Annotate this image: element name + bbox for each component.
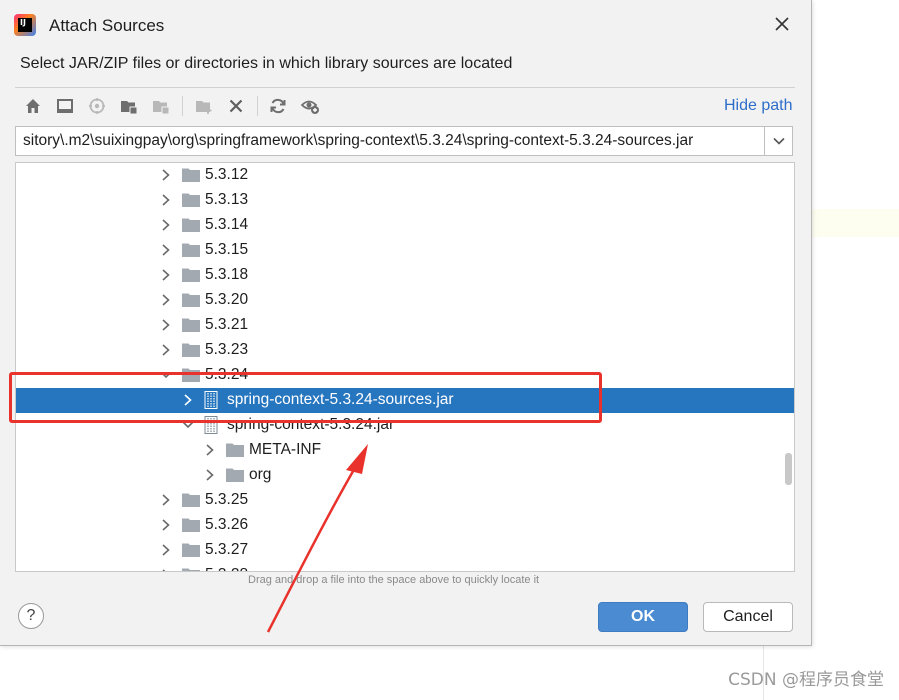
intellij-app-icon: IJ — [14, 14, 36, 36]
dialog-title: Attach Sources — [49, 16, 165, 35]
folder-icon — [182, 342, 200, 358]
tree-row[interactable]: 5.3.26 — [16, 513, 794, 538]
tree-row[interactable]: 5.3.23 — [16, 338, 794, 363]
tree-row[interactable]: 5.3.14 — [16, 213, 794, 238]
attach-sources-dialog: IJ Attach Sources Select JAR/ZIP files o… — [0, 0, 812, 646]
folder-icon — [182, 192, 200, 208]
chevron-right-icon[interactable] — [160, 218, 172, 232]
tree-row[interactable]: 5.3.28 — [16, 563, 794, 571]
path-history-dropdown[interactable] — [765, 126, 793, 156]
tree-row-label: 5.3.25 — [205, 491, 249, 508]
chevron-right-icon[interactable] — [204, 443, 216, 457]
ok-button[interactable]: OK — [598, 602, 688, 632]
tree-row-label: 5.3.14 — [205, 216, 249, 233]
path-input[interactable]: sitory\.m2\suixingpay\org\springframewor… — [15, 126, 765, 156]
tree-row-label: 5.3.20 — [205, 291, 249, 308]
divider — [15, 87, 795, 88]
refresh-icon[interactable] — [266, 94, 290, 118]
hide-path-link[interactable]: Hide path — [724, 97, 793, 115]
close-icon[interactable] — [770, 12, 794, 36]
folder-icon — [182, 217, 200, 233]
home-icon[interactable] — [21, 94, 45, 118]
tree-row-label: 5.3.12 — [205, 166, 249, 183]
folder-icon — [182, 317, 200, 333]
chevron-right-icon[interactable] — [160, 518, 172, 532]
tree-row[interactable]: 5.3.12 — [16, 163, 794, 188]
folder-icon — [182, 242, 200, 258]
background-highlight-strip — [812, 209, 899, 237]
chevron-right-icon[interactable] — [160, 193, 172, 207]
tree-row[interactable]: META-INF — [16, 438, 794, 463]
tree-row[interactable]: 5.3.15 — [16, 238, 794, 263]
tree-row[interactable]: 5.3.27 — [16, 538, 794, 563]
chevron-right-icon[interactable] — [204, 468, 216, 482]
tree-row-label: 5.3.26 — [205, 516, 249, 533]
folder-icon — [182, 567, 200, 571]
chevron-right-icon[interactable] — [160, 568, 172, 571]
new-folder-icon[interactable] — [192, 94, 216, 118]
tree-row[interactable]: 5.3.20 — [16, 288, 794, 313]
drag-drop-hint: Drag and drop a file into the space abov… — [248, 574, 540, 586]
module-icon[interactable] — [117, 94, 141, 118]
chevron-right-icon[interactable] — [160, 268, 172, 282]
tree-row-label: 5.3.18 — [205, 266, 249, 283]
delete-icon[interactable] — [224, 94, 248, 118]
file-tree[interactable]: 5.3.285.3.275.3.265.3.25orgMETA-INFsprin… — [15, 162, 795, 572]
folder-icon — [182, 517, 200, 533]
folder-icon — [182, 292, 200, 308]
tree-row-label: 5.3.21 — [205, 316, 249, 333]
tree-row[interactable]: org — [16, 463, 794, 488]
chevron-right-icon[interactable] — [160, 543, 172, 557]
folder-icon — [226, 442, 244, 458]
tree-row-label: org — [249, 466, 272, 483]
tree-row-label: META-INF — [249, 441, 322, 458]
folder-icon — [182, 167, 200, 183]
title-bar: IJ Attach Sources — [0, 0, 811, 50]
tree-row-label: 5.3.15 — [205, 241, 249, 258]
dialog-description: Select JAR/ZIP files or directories in w… — [20, 55, 513, 72]
toolbar-separator — [182, 96, 183, 116]
desktop-icon[interactable] — [53, 94, 77, 118]
toolbar — [15, 92, 795, 120]
show-hidden-icon[interactable] — [298, 94, 322, 118]
chevron-right-icon[interactable] — [160, 493, 172, 507]
tree-row[interactable]: 5.3.13 — [16, 188, 794, 213]
annotation-highlight-box — [9, 372, 602, 423]
chevron-right-icon[interactable] — [160, 293, 172, 307]
folder-icon — [182, 492, 200, 508]
tree-row-label: 5.3.28 — [205, 566, 248, 571]
tree-row[interactable]: 5.3.21 — [16, 313, 794, 338]
folder-icon — [226, 467, 244, 483]
chevron-right-icon[interactable] — [160, 168, 172, 182]
watermark: CSDN @程序员食堂 — [728, 670, 884, 690]
tree-row-label: 5.3.13 — [205, 191, 249, 208]
tree-row[interactable]: 5.3.25 — [16, 488, 794, 513]
folder-icon — [182, 542, 200, 558]
chevron-down-icon — [772, 137, 785, 145]
tree-row-label: 5.3.27 — [205, 541, 249, 558]
tree-row[interactable]: 5.3.18 — [16, 263, 794, 288]
toolbar-separator — [257, 96, 258, 116]
project-icon[interactable] — [85, 94, 109, 118]
folder-icon — [182, 267, 200, 283]
library-icon[interactable] — [149, 94, 173, 118]
help-button[interactable]: ? — [18, 603, 44, 629]
tree-row-label: 5.3.23 — [205, 341, 249, 358]
cancel-button[interactable]: Cancel — [703, 602, 793, 632]
chevron-right-icon[interactable] — [160, 318, 172, 332]
background-editor-area — [812, 0, 899, 700]
chevron-right-icon[interactable] — [160, 243, 172, 257]
chevron-right-icon[interactable] — [160, 343, 172, 357]
tree-scrollbar[interactable] — [785, 453, 792, 485]
